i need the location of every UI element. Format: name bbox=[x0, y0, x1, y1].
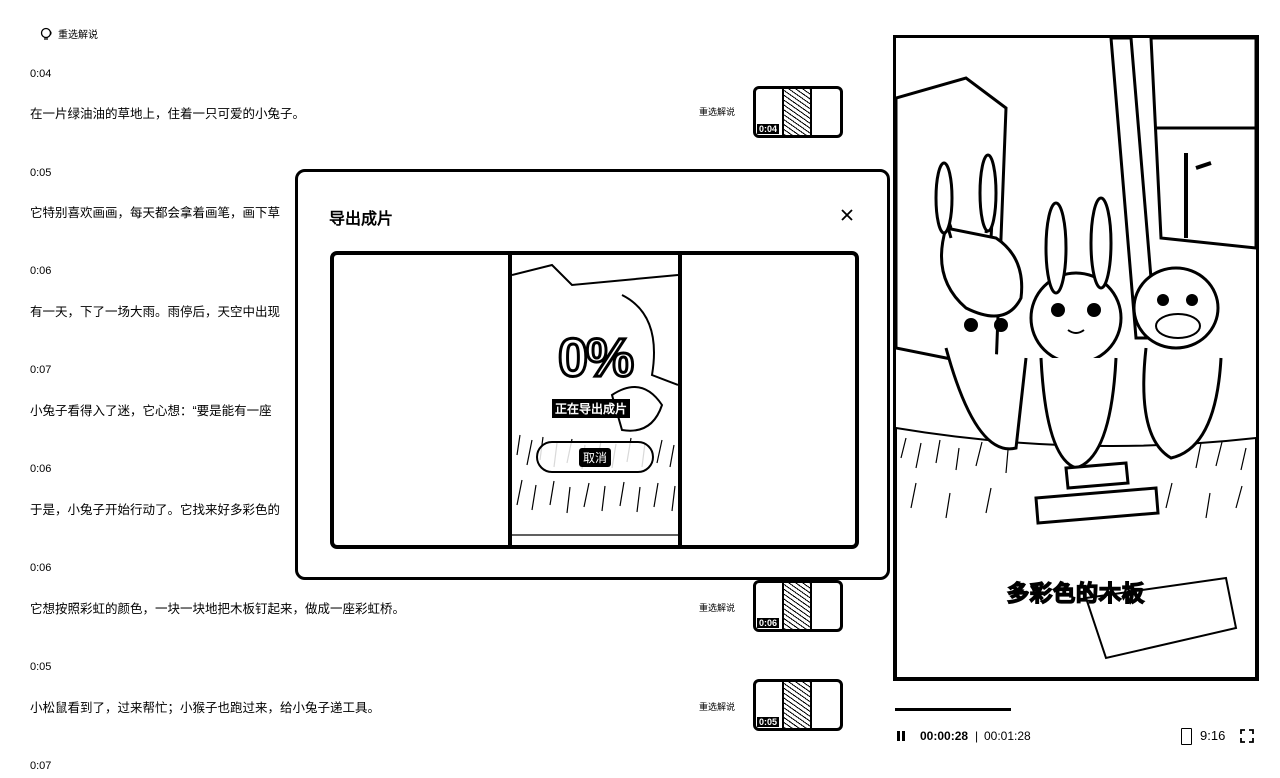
segment-text: 小松鼠看到了，过来帮忙；小猴子也跑过来，给小兔子递工具。 bbox=[30, 701, 381, 715]
segment-text: 它想按照彩虹的颜色，一块一块地把木板钉起来，做成一座彩虹桥。 bbox=[30, 602, 406, 616]
segment-duration: 0:06 bbox=[30, 463, 52, 475]
cancel-label: 取消 bbox=[578, 447, 611, 467]
aspect-ratio-label[interactable]: 9:16 bbox=[1200, 728, 1225, 743]
export-status-text: 正在导出成片 bbox=[552, 399, 631, 418]
aspect-ratio-icon[interactable] bbox=[1181, 728, 1192, 745]
segment-thumbnail[interactable]: 0:05 bbox=[753, 679, 843, 731]
fullscreen-icon[interactable] bbox=[1240, 729, 1254, 743]
playback-progress-fill bbox=[895, 708, 1012, 711]
segment-text: 有一天，下了一场大雨。雨停后，天空中出现 bbox=[30, 305, 281, 319]
microphone-icon bbox=[40, 27, 52, 40]
segment-duration: 0:04 bbox=[30, 68, 52, 80]
segment-duration: 0:05 bbox=[30, 661, 52, 673]
segment-duration: 0:06 bbox=[30, 562, 52, 574]
video-preview[interactable]: 多彩色的木板 bbox=[893, 35, 1259, 681]
time-separator: | bbox=[975, 729, 979, 743]
segment-text: 在一片绿油油的草地上，住着一只可爱的小兔子。 bbox=[30, 107, 306, 121]
thumbnail-time: 0:06 bbox=[757, 618, 780, 628]
export-progress-percent: 0% bbox=[556, 327, 635, 390]
segment-thumbnail[interactable]: 0:04 bbox=[753, 86, 843, 138]
player-controls: 00:00:28 | 00:01:28 9:16 bbox=[895, 728, 1259, 746]
segment-duration: 0:06 bbox=[30, 265, 52, 277]
reselect-narration-header[interactable]: 重选解说 bbox=[40, 26, 98, 41]
thumbnail-time: 0:05 bbox=[757, 717, 780, 727]
reselect-narration-button[interactable]: 重选解说 bbox=[699, 105, 735, 118]
segment-text: 它特别喜欢画画，每天都会拿着画笔，画下草 bbox=[30, 206, 281, 220]
segment-duration: 0:05 bbox=[30, 167, 52, 179]
cancel-export-button[interactable]: 取消 bbox=[536, 441, 654, 473]
export-preview-frame: 0% 正在导出成片 取消 bbox=[508, 255, 682, 545]
segment-duration: 0:07 bbox=[30, 760, 52, 772]
playback-progress-bar[interactable] bbox=[895, 708, 1259, 711]
video-subtitle: 多彩色的木板 bbox=[1006, 580, 1145, 607]
segment-text: 小兔子看得入了迷，它心想：“要是能有一座 bbox=[30, 404, 272, 418]
segment-duration: 0:07 bbox=[30, 364, 52, 376]
segment-text: 于是，小兔子开始行动了。它找来好多彩色的 bbox=[30, 503, 281, 517]
dialog-title: 导出成片 bbox=[329, 211, 394, 228]
close-icon[interactable] bbox=[840, 208, 854, 222]
export-preview: 0% 正在导出成片 取消 bbox=[330, 251, 859, 549]
thumbnail-time: 0:04 bbox=[757, 124, 780, 134]
pause-icon[interactable] bbox=[895, 730, 907, 742]
total-time: 00:01:28 bbox=[984, 729, 1031, 743]
export-dialog: 导出成片 0% 正在导出成片 取消 bbox=[295, 169, 890, 580]
segment-thumbnail[interactable]: 0:06 bbox=[753, 580, 843, 632]
current-time: 00:00:28 bbox=[920, 729, 969, 743]
header-label: 重选解说 bbox=[58, 30, 98, 41]
reselect-narration-button[interactable]: 重选解说 bbox=[699, 700, 735, 713]
reselect-narration-button[interactable]: 重选解说 bbox=[699, 601, 735, 614]
